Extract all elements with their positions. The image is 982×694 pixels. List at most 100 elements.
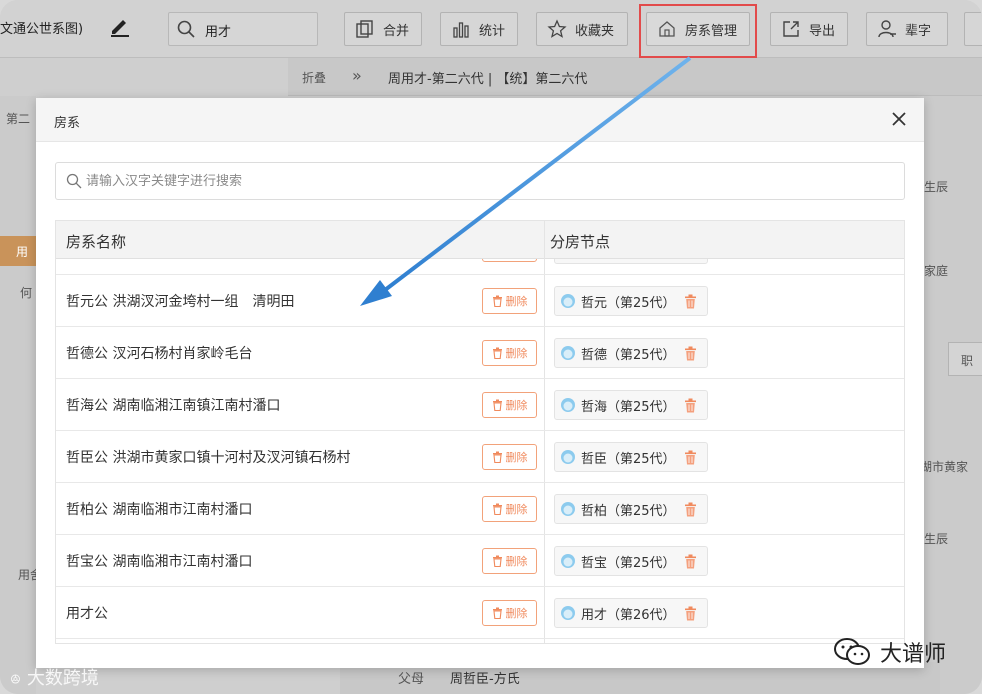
branch-name: 哲臣公 洪湖市黄家口镇十河村及汊河镇石杨村 bbox=[66, 450, 351, 466]
branch-name: 哲德公 汊河石杨村肖家岭毛台 bbox=[66, 346, 253, 362]
branch-node-tag[interactable]: 哲臣（第25代） bbox=[554, 442, 708, 472]
table-row[interactable]: 哲德公 汊河石杨村肖家岭毛台 删除 哲德（第25代） bbox=[56, 327, 904, 379]
generation-chars-button[interactable]: 辈字 bbox=[866, 12, 948, 46]
person-avatar-icon bbox=[561, 502, 575, 516]
trash-icon[interactable] bbox=[684, 346, 697, 361]
trash-icon bbox=[492, 607, 503, 619]
delete-button[interactable]: 删除 bbox=[482, 444, 537, 470]
chart-icon bbox=[453, 22, 469, 38]
delete-button[interactable]: 删除 bbox=[482, 259, 537, 262]
right-panel-button[interactable]: 职 bbox=[948, 342, 982, 376]
table-row[interactable]: 用才公 删除 用才（第26代） bbox=[56, 587, 904, 639]
delete-button-label: 删除 bbox=[505, 399, 528, 412]
delete-button-label: 删除 bbox=[505, 607, 528, 620]
branch-node-label: 哲宝（第25代） bbox=[581, 555, 676, 571]
branch-name: 哲海公 湖南临湘江南镇江南村潘口 bbox=[66, 398, 281, 414]
right-panel-text-4: 湖市黄家 bbox=[920, 460, 969, 474]
breadcrumb: 周用才-第二六代 | 【统】第二六代 bbox=[388, 72, 588, 87]
branch-node-tag[interactable]: 哲宝（第25代） bbox=[554, 546, 708, 576]
favorites-button[interactable]: 收藏夹 bbox=[536, 12, 628, 46]
trash-icon[interactable] bbox=[684, 554, 697, 569]
branch-node-tag[interactable]: 哲元（第25代） bbox=[554, 286, 708, 316]
delete-button[interactable]: 删除 bbox=[482, 288, 537, 314]
dialog-header: 房系 bbox=[36, 98, 924, 142]
table-row[interactable]: 哲臣公 洪湖市黄家口镇十河村及汊河镇石杨村 删除 哲臣（第25代） bbox=[56, 431, 904, 483]
pencil-icon[interactable] bbox=[108, 14, 132, 38]
trash-icon bbox=[492, 347, 503, 359]
export-button-label: 导出 bbox=[809, 23, 836, 39]
more-toolbar-button[interactable] bbox=[964, 12, 982, 46]
trash-icon bbox=[492, 555, 503, 567]
right-panel-text-5: 生辰 bbox=[924, 532, 949, 546]
parents-value[interactable]: 周哲臣-方氏 bbox=[450, 668, 520, 687]
trash-icon[interactable] bbox=[684, 450, 697, 465]
branch-node-tag[interactable]: 哲柏（第25代） bbox=[554, 494, 708, 524]
close-icon[interactable] bbox=[890, 110, 908, 128]
branch-node-tag[interactable]: 哲海（第25代） bbox=[554, 390, 708, 420]
branch-node-label: 哲海（第25代） bbox=[581, 399, 676, 415]
app-title: 文通公世系图) bbox=[0, 22, 84, 37]
trash-icon[interactable] bbox=[684, 502, 697, 517]
top-search-input[interactable]: 用才 bbox=[168, 12, 318, 46]
delete-button-label: 删除 bbox=[505, 295, 528, 308]
branch-search-input[interactable] bbox=[86, 171, 886, 191]
favorites-button-label: 收藏夹 bbox=[575, 23, 615, 39]
branch-node-label: 用才（第26代） bbox=[581, 607, 676, 623]
left-panel-tag[interactable]: 用 bbox=[0, 236, 36, 266]
right-panel-text: 生辰 bbox=[924, 180, 949, 194]
delete-button[interactable]: 删除 bbox=[482, 496, 537, 522]
left-panel-background bbox=[0, 96, 36, 694]
branch-name: 用才公 bbox=[66, 606, 108, 622]
trash-icon[interactable] bbox=[684, 398, 697, 413]
merge-button-label: 合并 bbox=[383, 23, 410, 39]
highlight-annotation bbox=[639, 4, 757, 58]
merge-icon bbox=[356, 20, 373, 38]
delete-button[interactable]: 删除 bbox=[482, 548, 537, 574]
person-avatar-icon bbox=[561, 606, 575, 620]
person-avatar-icon bbox=[561, 346, 575, 360]
trash-icon[interactable] bbox=[684, 294, 697, 309]
delete-button[interactable]: 删除 bbox=[482, 340, 537, 366]
branch-search-field[interactable] bbox=[55, 162, 905, 200]
branch-name: 哲柏公 湖南临湘市江南村潘口 bbox=[66, 502, 253, 518]
delete-button[interactable]: 删除 bbox=[482, 392, 537, 418]
delete-button[interactable]: 删除 bbox=[482, 600, 537, 626]
table-row[interactable]: 哲海公 湖南临湘江南镇江南村潘口 删除 哲海（第25代） bbox=[56, 379, 904, 431]
trash-icon bbox=[492, 399, 503, 411]
branch-dialog: 房系 房系名称 分房节点 哲宝公 万全湖南村删除哲宝（第25代）哲元公 洪湖汊河… bbox=[36, 98, 924, 668]
person-avatar-icon bbox=[561, 554, 575, 568]
branch-table: 房系名称 分房节点 哲宝公 万全湖南村删除哲宝（第25代）哲元公 洪湖汊河金垮村… bbox=[55, 220, 905, 644]
left-panel-text-2: 何 bbox=[20, 286, 33, 300]
branch-node-tag[interactable]: 用才（第26代） bbox=[554, 598, 708, 628]
branch-node-tag[interactable]: 哲德（第25代） bbox=[554, 338, 708, 368]
table-row[interactable]: 哲元公 洪湖汊河金垮村一组 清明田 删除 哲元（第25代） bbox=[56, 275, 904, 327]
trash-icon[interactable] bbox=[684, 606, 697, 621]
table-body[interactable]: 哲宝公 万全湖南村删除哲宝（第25代）哲元公 洪湖汊河金垮村一组 清明田删除哲元… bbox=[56, 259, 904, 643]
branch-node-tag[interactable]: 哲宝（第25代） bbox=[554, 259, 708, 264]
stats-button[interactable]: 统计 bbox=[440, 12, 518, 46]
watermark-left: ꔮ 大数跨境 bbox=[10, 668, 99, 689]
trash-icon bbox=[492, 295, 503, 307]
column-header-node: 分房节点 bbox=[550, 233, 611, 251]
person-avatar-icon bbox=[561, 398, 575, 412]
column-header-name: 房系名称 bbox=[66, 233, 127, 251]
table-row[interactable]: 哲柏公 湖南临湘市江南村潘口 删除 哲柏（第25代） bbox=[56, 483, 904, 535]
top-toolbar: 文通公世系图) 用才 合并 统计 收藏夹 房系管理 导出 辈字 bbox=[0, 0, 982, 58]
table-row[interactable]: 哲宝公 万全湖南村删除哲宝（第25代） bbox=[56, 259, 904, 275]
left-panel-text: 第二 bbox=[6, 112, 31, 126]
dialog-title: 房系 bbox=[54, 116, 81, 131]
trash-icon bbox=[492, 451, 503, 463]
screen: 文通公世系图) 用才 合并 统计 收藏夹 房系管理 导出 辈字 折叠 » 周用才… bbox=[0, 0, 982, 694]
top-search-value: 用才 bbox=[205, 25, 232, 40]
trash-icon bbox=[492, 503, 503, 515]
generation-chars-button-label: 辈字 bbox=[905, 23, 932, 39]
breadcrumb-bar: 折叠 » 周用才-第二六代 | 【统】第二六代 bbox=[288, 58, 982, 96]
wechat-icon bbox=[834, 638, 870, 665]
branch-name: 哲宝公 湖南临湘市江南村潘口 bbox=[66, 554, 253, 570]
chevron-double-right-icon[interactable]: » bbox=[352, 66, 362, 85]
merge-button[interactable]: 合并 bbox=[344, 12, 422, 46]
export-icon bbox=[783, 21, 799, 37]
fold-toggle[interactable]: 折叠 bbox=[302, 69, 326, 86]
table-row[interactable]: 哲宝公 湖南临湘市江南村潘口 删除 哲宝（第25代） bbox=[56, 535, 904, 587]
export-button[interactable]: 导出 bbox=[770, 12, 848, 46]
